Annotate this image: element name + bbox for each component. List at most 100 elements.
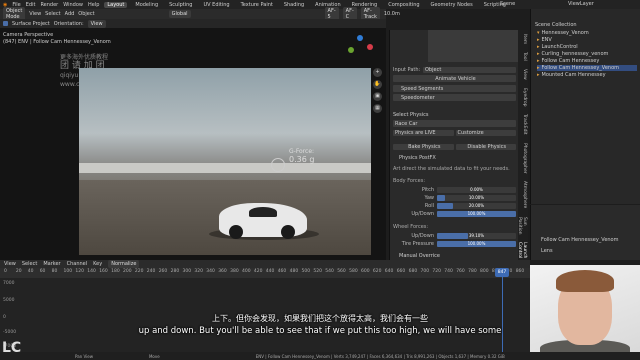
outliner-item[interactable]: ▸ Mounted Cam Hennessey: [537, 72, 637, 78]
frame-tick-label: 660: [396, 269, 406, 274]
frame-tick-label: 700: [420, 269, 430, 274]
frame-tick-label: 80: [51, 269, 58, 274]
camera-icon[interactable]: ▣: [373, 92, 382, 101]
transform-orientation-dropdown[interactable]: Global: [168, 10, 191, 18]
x-axis-icon[interactable]: [367, 44, 373, 50]
speed-segments-button[interactable]: Speed Segments: [393, 85, 516, 92]
frame-ruler[interactable]: 0 20 40 60 80 100 120 140 160 180 200 220 240 260 280 3…: [0, 268, 530, 278]
pitch-slider[interactable]: 0.00%: [437, 186, 516, 193]
tab-view[interactable]: View: [519, 69, 527, 80]
frame-tick-label: 200: [123, 269, 132, 274]
zoom-icon[interactable]: +: [373, 68, 382, 77]
properties-panel: Input Path: Object Animate Vehicle Speed…: [389, 30, 518, 260]
physics-postfx-header[interactable]: Physics PostFX: [393, 154, 516, 161]
view-layer-selector[interactable]: ViewLayer: [568, 1, 594, 7]
outliner-item[interactable]: ▸ Curling_hennessey_venom: [537, 51, 637, 57]
viewport-header: Object Mode View Select Add Object Globa…: [0, 7, 400, 21]
menu-window[interactable]: Window: [63, 2, 83, 8]
tab-sun-position[interactable]: Sun Position: [517, 217, 527, 235]
tab-trackedit[interactable]: TrackEdit: [519, 114, 527, 135]
frame-tick-label: 520: [313, 269, 322, 274]
frame-tick-label: 540: [325, 269, 334, 274]
select-physics-header[interactable]: Select Physics: [393, 111, 516, 118]
physics-live-toggle[interactable]: Physics are LIVE: [393, 129, 454, 136]
menu-select[interactable]: Select: [22, 261, 37, 267]
frame-tick-label: 280: [170, 269, 180, 274]
tab-launch-control[interactable]: Launch Control: [517, 242, 527, 258]
menu-render[interactable]: Render: [40, 2, 58, 8]
tab-uv-editing[interactable]: UV Editing: [200, 2, 232, 8]
graph-editor[interactable]: View Select Marker Channel Key Normalize…: [0, 260, 530, 360]
customize-button[interactable]: Customize: [455, 129, 516, 136]
frame-tick-label: 460: [277, 269, 287, 274]
tab-geometry-nodes[interactable]: Geometry Nodes: [428, 2, 476, 8]
menu-marker[interactable]: Marker: [43, 261, 60, 267]
scene-selector[interactable]: Scene: [500, 1, 515, 7]
menu-channel[interactable]: Channel: [67, 261, 88, 267]
surface-project-label: Surface Project: [12, 20, 50, 27]
tab-photographer[interactable]: Photographer: [519, 143, 527, 174]
perspective-grid-icon[interactable]: ▦: [373, 104, 382, 113]
input-path-field[interactable]: Object: [423, 66, 516, 73]
outliner-item[interactable]: ▸ ENV: [537, 37, 637, 43]
physics-type-dropdown[interactable]: Race Car: [393, 120, 516, 127]
frame-tick-label: 740: [444, 269, 453, 274]
frame-tick-label: 760: [456, 269, 465, 274]
y-axis-label: 5000: [3, 298, 15, 303]
wheel-updown-slider[interactable]: 39.10%: [437, 232, 516, 239]
menu-object[interactable]: Object: [78, 11, 94, 17]
tab-shading[interactable]: Shading: [281, 2, 307, 8]
tab-texture-paint[interactable]: Texture Paint: [238, 2, 276, 8]
menu-edit[interactable]: Edit: [26, 2, 36, 8]
menu-view[interactable]: View: [4, 261, 16, 267]
tab-modeling[interactable]: Modeling: [132, 2, 161, 8]
lens-section-header[interactable]: Lens: [541, 248, 553, 254]
normalize-toggle[interactable]: Normalize: [108, 260, 140, 268]
gforce-crosshair-icon: [271, 158, 285, 172]
speedometer-button[interactable]: Speedometer: [393, 94, 516, 101]
frame-tick-label: 180: [111, 269, 120, 274]
frame-tick-label: 580: [349, 269, 358, 274]
outliner-item[interactable]: ▸ LaunchControl: [537, 44, 637, 50]
tab-item[interactable]: Item: [519, 34, 527, 44]
disable-physics-button[interactable]: Disable Physics: [455, 143, 516, 150]
yaw-slider[interactable]: 10.00%: [437, 194, 516, 201]
outliner-item-selected[interactable]: ▸ Follow Cam Hennessey_Venom: [537, 65, 637, 71]
tab-layout[interactable]: Layout: [104, 1, 128, 8]
tab-atmosphere[interactable]: Atmosphere: [519, 181, 527, 208]
roll-slider[interactable]: 20.00%: [437, 202, 516, 209]
updown-slider[interactable]: 100.00%: [437, 210, 516, 217]
tire-pressure-label: Tire Pressure: [401, 240, 434, 247]
surface-project-checkbox[interactable]: [3, 21, 8, 26]
z-axis-icon[interactable]: [357, 35, 363, 41]
outliner-item[interactable]: ▾ Hennessey_Venom: [537, 30, 637, 36]
tire-pressure-slider[interactable]: 100.00%: [437, 240, 516, 247]
y-axis-icon[interactable]: [348, 47, 354, 53]
focal-distance[interactable]: 10.0m: [384, 11, 400, 17]
menu-add[interactable]: Add: [65, 11, 75, 17]
yaw-label: Yaw: [424, 194, 434, 201]
pan-view-hint: Pan View: [75, 353, 93, 359]
menu-view[interactable]: View: [29, 11, 41, 17]
channel-logo: LC: [2, 340, 22, 356]
frame-tick-label: 420: [253, 269, 263, 274]
current-frame-indicator[interactable]: 847: [495, 268, 509, 277]
menu-help[interactable]: Help: [88, 2, 99, 8]
tab-tool[interactable]: Tool: [519, 52, 527, 61]
axis-gizmo[interactable]: [345, 35, 375, 57]
frame-tick-label: 780: [468, 269, 477, 274]
bake-physics-button[interactable]: Bake Physics: [393, 143, 454, 150]
tab-sculpting[interactable]: Sculpting: [166, 2, 195, 8]
frame-tick-label: 500: [301, 269, 311, 274]
manual-overrice-header[interactable]: Manual Overrice: [393, 252, 516, 259]
tab-compositing[interactable]: Compositing: [385, 2, 422, 8]
menu-key[interactable]: Key: [93, 261, 102, 267]
frame-tick-label: 360: [218, 269, 227, 274]
orientation-dropdown[interactable]: View: [87, 19, 106, 28]
outliner-item[interactable]: ▸ Follow Cam Hennessey: [537, 58, 637, 64]
menu-select[interactable]: Select: [45, 11, 60, 17]
car-model: [219, 203, 307, 239]
pan-hand-icon[interactable]: ✋: [373, 80, 382, 89]
animate-vehicle-button[interactable]: Animate Vehicle: [393, 75, 516, 82]
tab-eyedrop[interactable]: Eyedrop: [519, 88, 527, 107]
